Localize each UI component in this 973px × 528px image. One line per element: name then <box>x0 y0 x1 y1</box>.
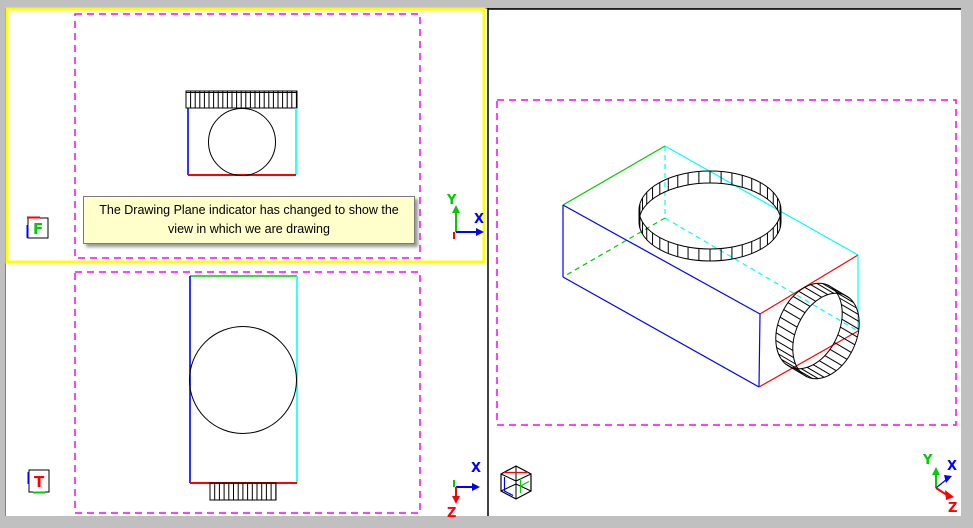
iso-top-cylinder-hatch <box>639 171 781 261</box>
top-x-axis-label: X <box>471 461 481 476</box>
viewport-canvas: F T Y X <box>0 0 973 528</box>
front-plane-letter: F <box>33 220 43 238</box>
tooltip-line-1: The Drawing Plane indicator has changed … <box>84 201 414 220</box>
front-view-drawing[interactable] <box>186 91 297 176</box>
iso-side-cylinder-hatch <box>776 283 859 378</box>
axis-triad-top: X Z <box>447 461 481 521</box>
iso-hidden-bottom-left[interactable] <box>563 218 665 277</box>
x-axis-arrow <box>472 483 480 491</box>
viewport-top[interactable] <box>75 272 420 513</box>
z-axis-arrow <box>945 490 954 500</box>
iso-y-axis-label: Y <box>922 453 933 468</box>
iso-side-cylinder[interactable] <box>763 273 872 390</box>
top-plane-icon: T <box>29 470 50 493</box>
front-y-axis-label: Y <box>446 193 457 208</box>
x-axis-arrow <box>944 475 952 483</box>
top-cylinder-hatch <box>215 483 276 500</box>
iso-top-back-right[interactable] <box>665 146 858 255</box>
front-bore-circle[interactable] <box>209 109 276 176</box>
top-view-drawing[interactable] <box>190 276 298 500</box>
z-axis-arrow <box>452 496 460 504</box>
page-border-iso <box>497 100 956 425</box>
viewport-iso[interactable] <box>488 8 961 516</box>
top-z-axis-label: Z <box>447 506 456 521</box>
front-plane-icon: F <box>27 218 48 239</box>
world-plane-cube-icon <box>501 466 531 499</box>
iso-top-back-left[interactable] <box>563 146 665 205</box>
front-x-axis-label: X <box>474 212 484 227</box>
y-axis-arrow <box>932 467 940 475</box>
iso-top-cylinder[interactable] <box>639 171 781 261</box>
page-border-top <box>75 272 420 513</box>
iso-bottom-front-right[interactable] <box>759 331 858 387</box>
iso-x-axis-label: X <box>947 459 957 474</box>
top-bore-circle[interactable] <box>190 327 297 434</box>
tooltip-line-2: view in which we are drawing <box>84 220 414 239</box>
tooltip: The Drawing Plane indicator has changed … <box>83 196 415 244</box>
iso-view-drawing[interactable] <box>563 146 872 389</box>
top-plane-letter: T <box>34 473 45 491</box>
application-window: F T Y X <box>0 0 973 528</box>
front-cylinder-hatch <box>191 91 297 108</box>
iso-front-vertical[interactable] <box>759 314 760 387</box>
iso-z-axis-label: Z <box>948 501 957 516</box>
axis-triad-front: Y X <box>446 193 484 239</box>
iso-hidden-bottom-right[interactable] <box>665 218 858 331</box>
axis-triad-iso: Y X Z <box>922 453 957 516</box>
iso-bottom-front-left[interactable] <box>563 277 759 387</box>
